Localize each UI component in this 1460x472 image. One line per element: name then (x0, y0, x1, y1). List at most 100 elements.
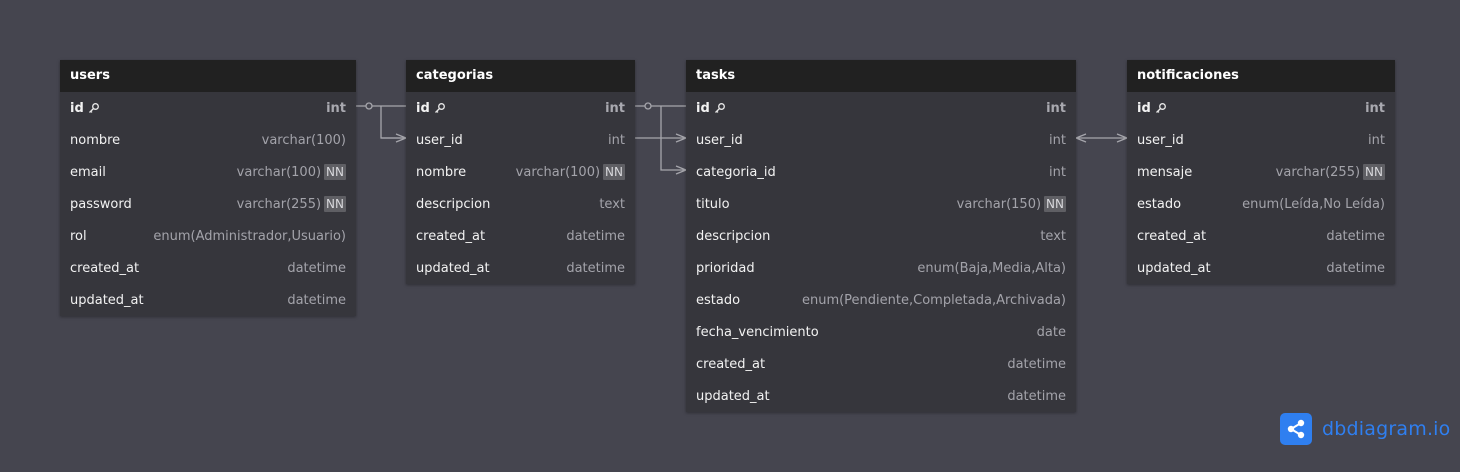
field-name: nombre (70, 133, 120, 148)
field-name-text: updated_at (416, 260, 490, 276)
field-name-text: id (696, 100, 710, 116)
field-name-text: nombre (70, 132, 121, 148)
field-type: datetime (287, 261, 346, 276)
field-name: email (70, 165, 106, 180)
table-header[interactable]: tasks (686, 60, 1076, 92)
table-notificaciones[interactable]: notificaciones id int user_id int mensaje var… (1127, 60, 1395, 284)
field-name: created_at (416, 229, 485, 244)
field-row-id[interactable]: id int (60, 92, 356, 124)
primary-key-icon (434, 102, 446, 114)
field-type: int (1049, 133, 1066, 148)
field-row-created-at[interactable]: created_at datetime (686, 348, 1076, 380)
field-type: int (326, 101, 346, 116)
field-row-categoria-id[interactable]: categoria_id int (686, 156, 1076, 188)
field-name-text: mensaje (1137, 164, 1193, 180)
field-type: varchar(100) (262, 133, 346, 148)
field-type: varchar(150) NN (957, 196, 1066, 212)
field-type: datetime (566, 261, 625, 276)
field-name-text: descripcion (416, 196, 491, 212)
field-row-updated-at[interactable]: updated_at datetime (60, 284, 356, 316)
field-row-user-id[interactable]: user_id int (1127, 124, 1395, 156)
field-name: user_id (1137, 133, 1184, 148)
field-row-estado[interactable]: estado enum(Leída,No Leída) (1127, 188, 1395, 220)
field-type-text: datetime (287, 292, 346, 308)
field-row-prioridad[interactable]: prioridad enum(Baja,Media,Alta) (686, 252, 1076, 284)
field-row-email[interactable]: email varchar(100) NN (60, 156, 356, 188)
field-name: id (1137, 101, 1167, 116)
field-type-text: datetime (1326, 260, 1385, 276)
field-row-created-at[interactable]: created_at datetime (1127, 220, 1395, 252)
not-null-badge: NN (1363, 164, 1385, 180)
field-row-estado[interactable]: estado enum(Pendiente,Completada,Archivad… (686, 284, 1076, 316)
field-name-text: user_id (416, 132, 463, 148)
table-tasks[interactable]: tasks id int user_id int categoria_id int titu… (686, 60, 1076, 412)
field-type-text: int (1365, 100, 1385, 116)
field-type-text: enum(Pendiente,Completada,Archivada) (801, 292, 1066, 308)
field-type: datetime (1007, 389, 1066, 404)
table-header[interactable]: notificaciones (1127, 60, 1395, 92)
field-row-created-at[interactable]: created_at datetime (60, 252, 356, 284)
table-categorias[interactable]: categorias id int user_id int nombre varchar(… (406, 60, 635, 284)
primary-key-icon (714, 102, 726, 114)
field-type-text: enum(Baja,Media,Alta) (917, 260, 1066, 276)
field-row-updated-at[interactable]: updated_at datetime (686, 380, 1076, 412)
field-type: datetime (1326, 261, 1385, 276)
field-name-text: id (416, 100, 430, 116)
field-row-user-id[interactable]: user_id int (686, 124, 1076, 156)
field-row-updated-at[interactable]: updated_at datetime (1127, 252, 1395, 284)
field-type-text: int (1046, 100, 1066, 116)
field-type: int (1049, 165, 1066, 180)
field-type-text: varchar(100) (236, 164, 322, 180)
field-name-text: updated_at (1137, 260, 1211, 276)
field-name-text: categoria_id (696, 164, 776, 180)
field-name-text: updated_at (70, 292, 144, 308)
field-row-titulo[interactable]: titulo varchar(150) NN (686, 188, 1076, 220)
field-name: user_id (696, 133, 743, 148)
field-name-text: id (1137, 100, 1151, 116)
field-name: descripcion (416, 197, 490, 212)
field-type-text: varchar(100) (515, 164, 601, 180)
field-name-text: email (70, 164, 106, 180)
field-row-nombre[interactable]: nombre varchar(100) (60, 124, 356, 156)
field-type-text: text (1040, 228, 1066, 244)
field-row-created-at[interactable]: created_at datetime (406, 220, 635, 252)
brand-name-suffix: .io (1426, 418, 1451, 440)
field-row-fecha-vencimiento[interactable]: fecha_vencimiento date (686, 316, 1076, 348)
field-type-text: varchar(100) (261, 132, 346, 148)
not-null-badge: NN (1044, 196, 1066, 212)
field-type: enum(Administrador,Usuario) (153, 229, 346, 244)
field-row-descripcion[interactable]: descripcion text (686, 220, 1076, 252)
field-type: datetime (1007, 357, 1066, 372)
table-header[interactable]: categorias (406, 60, 635, 92)
field-type: text (599, 197, 625, 212)
field-name: estado (1137, 197, 1181, 212)
field-type: int (1365, 101, 1385, 116)
field-row-id[interactable]: id int (1127, 92, 1395, 124)
field-row-descripcion[interactable]: descripcion text (406, 188, 635, 220)
field-type: datetime (287, 293, 346, 308)
field-row-user-id[interactable]: user_id int (406, 124, 635, 156)
field-row-password[interactable]: password varchar(255) NN (60, 188, 356, 220)
field-row-rol[interactable]: rol enum(Administrador,Usuario) (60, 220, 356, 252)
field-row-id[interactable]: id int (406, 92, 635, 124)
field-type: varchar(255) NN (1276, 164, 1385, 180)
field-name-text: created_at (696, 356, 766, 372)
field-type: int (608, 133, 625, 148)
field-row-updated-at[interactable]: updated_at datetime (406, 252, 635, 284)
field-type-text: varchar(255) (236, 196, 322, 212)
field-row-nombre[interactable]: nombre varchar(100) NN (406, 156, 635, 188)
field-type-text: date (1036, 324, 1066, 340)
field-name: descripcion (696, 229, 770, 244)
field-name: fecha_vencimiento (696, 325, 819, 340)
field-row-mensaje[interactable]: mensaje varchar(255) NN (1127, 156, 1395, 188)
diagram-canvas: users id int nombre varchar(100) email varcha… (0, 0, 1460, 472)
field-name: id (696, 101, 726, 116)
table-header[interactable]: users (60, 60, 356, 92)
brand-logo[interactable]: dbdiagram.io (1280, 413, 1450, 445)
field-row-id[interactable]: id int (686, 92, 1076, 124)
table-users[interactable]: users id int nombre varchar(100) email varcha… (60, 60, 356, 316)
brand-name: dbdiagram.io (1322, 418, 1450, 440)
field-type-text: int (605, 100, 625, 116)
field-name: updated_at (1137, 261, 1211, 276)
field-name: prioridad (696, 261, 755, 276)
